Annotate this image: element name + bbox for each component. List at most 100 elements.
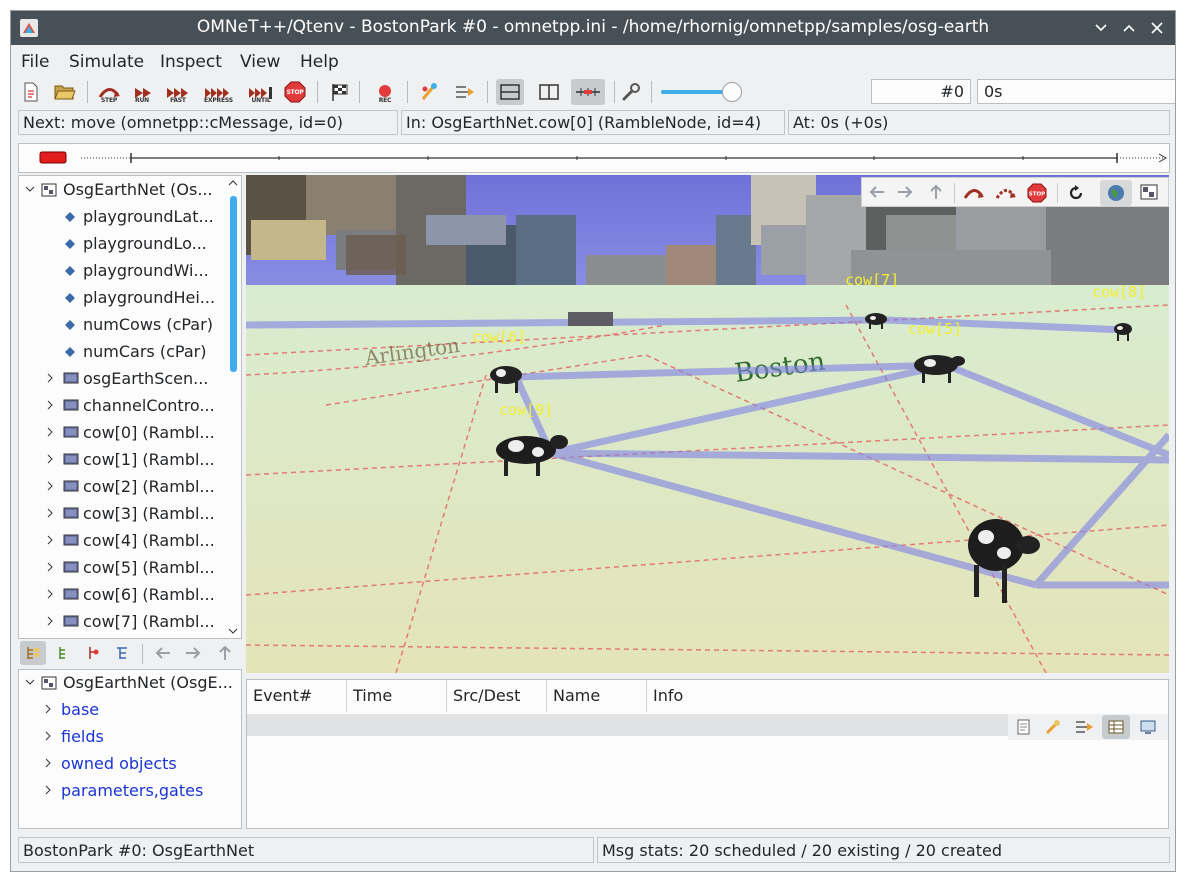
copy-icon[interactable] [1016, 718, 1032, 736]
log-column-time[interactable]: Time [347, 680, 447, 712]
inspector-root-row[interactable]: OsgEarthNet (OsgE... [19, 670, 241, 697]
tree-item[interactable]: playgroundWi... [19, 258, 241, 285]
menu-view[interactable]: View [240, 52, 280, 72]
find-icon[interactable] [1044, 718, 1062, 736]
timeline-event-marker[interactable] [39, 151, 67, 164]
scroll-up-icon[interactable] [228, 179, 238, 187]
arrow-left-icon[interactable] [868, 184, 886, 200]
event-log-panel[interactable]: Event# Time Src/Dest Name Info [246, 679, 1169, 829]
finish-simulation-button[interactable] [326, 79, 354, 105]
step-icon[interactable] [962, 186, 986, 200]
maximize-button[interactable] [1117, 16, 1141, 40]
tree-item[interactable]: playgroundHei... [19, 285, 241, 312]
chevron-right-icon[interactable] [45, 562, 55, 572]
chevron-right-icon[interactable] [45, 616, 55, 626]
inspector-item-label[interactable]: fields [61, 727, 104, 746]
inspector-item[interactable]: fields [19, 724, 241, 751]
monitor-icon[interactable] [1140, 719, 1156, 735]
menu-help[interactable]: Help [300, 52, 339, 72]
stop-icon[interactable]: STOP [1027, 183, 1047, 203]
filter-messages-button[interactable] [451, 79, 479, 105]
inspector-item[interactable]: parameters,gates [19, 778, 241, 805]
menu-simulate[interactable]: Simulate [69, 52, 144, 72]
chevron-down-icon[interactable] [25, 184, 35, 194]
message-view-button[interactable] [1102, 715, 1130, 739]
tree-item[interactable]: cow[1] (Rambl... [19, 447, 241, 474]
chevron-right-icon[interactable] [45, 589, 55, 599]
network-module-icon[interactable] [1140, 184, 1158, 200]
tree-item[interactable]: playgroundLo... [19, 231, 241, 258]
arrow-right-icon[interactable] [896, 184, 914, 200]
chevron-right-icon[interactable] [43, 704, 53, 714]
tree-mode-inheritance-button[interactable] [80, 641, 106, 665]
chevron-right-icon[interactable] [45, 481, 55, 491]
chevron-right-icon[interactable] [45, 535, 55, 545]
event-timeline[interactable] [18, 143, 1170, 173]
close-button[interactable] [1145, 16, 1169, 40]
tree-item[interactable]: numCars (cPar) [19, 339, 241, 366]
log-column-name[interactable]: Name [547, 680, 647, 712]
chevron-right-icon[interactable] [45, 373, 55, 383]
tree-item[interactable]: cow[4] (Rambl... [19, 528, 241, 555]
log-column-info[interactable]: Info [647, 680, 1168, 712]
tree-item[interactable]: playgroundLat... [19, 204, 241, 231]
3d-view-toggle-button[interactable] [1100, 180, 1132, 206]
chevron-right-icon[interactable] [43, 731, 53, 741]
tree-item[interactable]: cow[2] (Rambl... [19, 474, 241, 501]
inspector-item[interactable]: base [19, 697, 241, 724]
tree-item[interactable]: cow[6] (Rambl... [19, 582, 241, 609]
object-tree-panel[interactable]: OsgEarthNet (Os... playgroundLat... playg… [18, 175, 242, 639]
menu-inspect[interactable]: Inspect [160, 52, 222, 72]
preferences-button[interactable] [617, 79, 645, 105]
menu-file[interactable]: File [21, 52, 49, 72]
tree-root-row[interactable]: OsgEarthNet (Os... [19, 177, 241, 204]
open-button[interactable] [51, 79, 79, 105]
event-number-field[interactable]: #0 [871, 79, 971, 104]
tree-mode-packet-button[interactable] [110, 641, 136, 665]
stop-button[interactable]: STOP [281, 79, 309, 105]
layout-vertical-button[interactable] [535, 79, 563, 105]
inspector-item[interactable]: owned objects [19, 751, 241, 778]
run-icon[interactable] [994, 186, 1018, 200]
tree-item[interactable]: cow[7] (Rambl... [19, 609, 241, 636]
log-column-event[interactable]: Event# [247, 680, 347, 712]
chevron-right-icon[interactable] [45, 427, 55, 437]
express-run-button[interactable]: EXPRESS [204, 79, 233, 105]
chevron-right-icon[interactable] [45, 508, 55, 518]
title-bar[interactable]: OMNeT++/Qtenv - BostonPark #0 - omnetpp.… [11, 11, 1175, 45]
new-network-button[interactable] [17, 79, 45, 105]
chevron-right-icon[interactable] [45, 454, 55, 464]
tree-item[interactable]: cow[5] (Rambl... [19, 555, 241, 582]
tree-scrollbar-thumb[interactable] [230, 196, 237, 372]
run-button[interactable]: RUN [128, 79, 156, 105]
layout-horizontal-button[interactable] [496, 79, 524, 105]
step-button[interactable]: STEP [95, 79, 123, 105]
tree-item[interactable]: osgEarthScen... [19, 366, 241, 393]
chevron-right-icon[interactable] [43, 758, 53, 768]
chevron-down-icon[interactable] [25, 677, 35, 687]
run-until-button[interactable]: UNTIL [247, 79, 275, 105]
osg-earth-3d-view[interactable]: Boston Arlington cow[7] cow[8] cow[5] co… [246, 175, 1169, 673]
chevron-right-icon[interactable] [43, 785, 53, 795]
inspector-item-label[interactable]: owned objects [61, 754, 177, 773]
tree-mode-flat-button[interactable] [50, 641, 76, 665]
back-button[interactable] [150, 641, 176, 665]
inspector-item-label[interactable]: base [61, 700, 99, 719]
find-objects-button[interactable] [416, 79, 444, 105]
fast-run-button[interactable]: FAST [164, 79, 192, 105]
redraw-icon[interactable] [1067, 184, 1085, 202]
go-up-button[interactable] [212, 641, 238, 665]
animation-speed-slider-handle[interactable] [722, 82, 742, 102]
inspector-item-label[interactable]: parameters,gates [61, 781, 203, 800]
tree-mode-children-button[interactable] [20, 641, 46, 665]
minimize-button[interactable] [1089, 16, 1113, 40]
sim-time-field[interactable]: 0s [977, 79, 1175, 104]
record-button[interactable]: REC [371, 79, 399, 105]
filter-icon[interactable] [1074, 719, 1094, 735]
tree-item[interactable]: numCows (cPar) [19, 312, 241, 339]
log-column-src-dest[interactable]: Src/Dest [447, 680, 547, 712]
tree-item[interactable]: channelContro... [19, 393, 241, 420]
scroll-down-icon[interactable] [228, 627, 238, 635]
arrow-up-icon[interactable] [928, 183, 944, 201]
timeline-toggle-button[interactable] [571, 79, 605, 105]
